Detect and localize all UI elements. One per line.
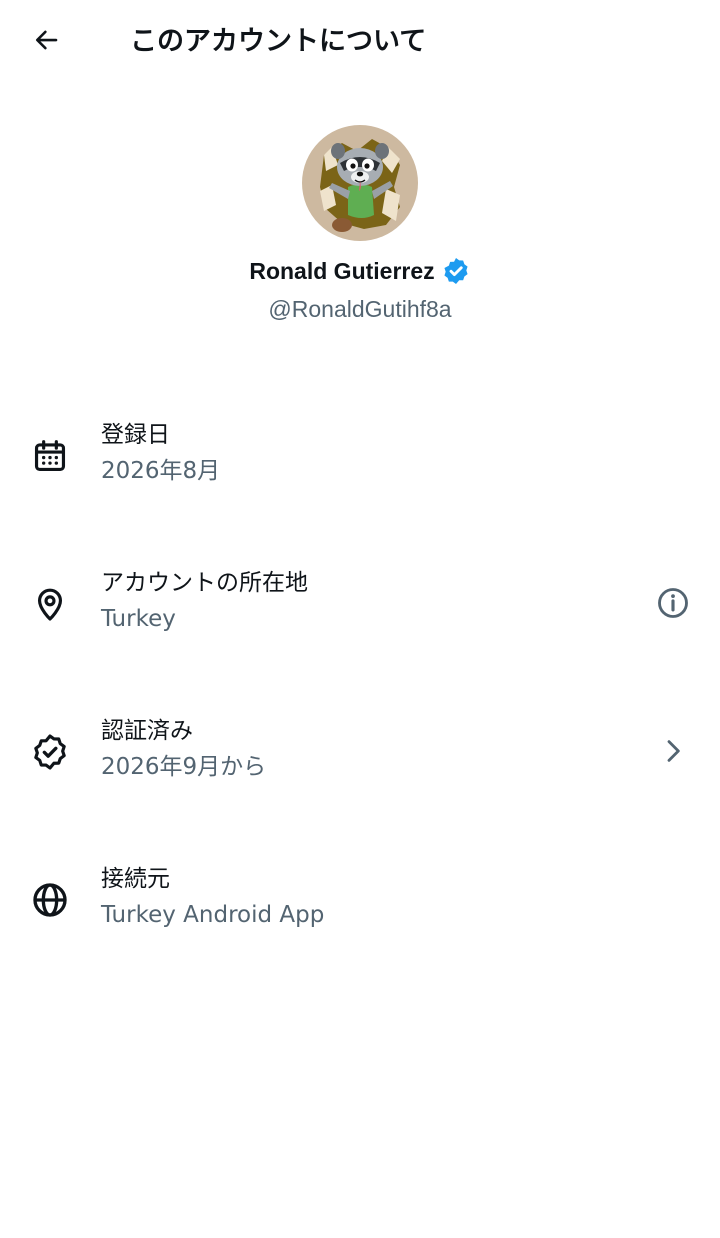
- connected-via-label: 接続元: [101, 866, 170, 892]
- joined-label: 登録日: [101, 422, 170, 448]
- display-name: Ronald Gutierrez: [249, 258, 435, 284]
- back-button[interactable]: [22, 20, 70, 64]
- avatar[interactable]: [302, 125, 418, 241]
- location-label: アカウントの所在地: [101, 570, 308, 596]
- detail-row-joined: 登録日 2026年8月: [0, 412, 720, 502]
- verified-badge-icon: [441, 256, 471, 286]
- calendar-icon: [28, 434, 72, 478]
- detail-row-connected-via: 接続元 Turkey Android App: [0, 856, 720, 946]
- globe-icon: [28, 878, 72, 922]
- location-value: Turkey: [101, 606, 176, 632]
- detail-row-verified[interactable]: 認証済み 2026年9月から: [0, 708, 720, 798]
- verified-value: 2026年9月から: [101, 754, 267, 780]
- name-row: Ronald Gutierrez: [0, 255, 720, 287]
- location-pin-icon: [28, 582, 72, 626]
- connected-via-value: Turkey Android App: [101, 902, 325, 928]
- arrow-left-icon: [31, 25, 61, 59]
- page-title: このアカウントについて: [130, 26, 427, 57]
- top-app-bar: このアカウントについて: [0, 0, 720, 86]
- user-handle: @RonaldGutihf8a: [268, 296, 452, 322]
- joined-value: 2026年8月: [101, 458, 221, 484]
- verified-check-icon: [28, 730, 72, 774]
- info-icon[interactable]: [652, 582, 694, 624]
- detail-row-location: アカウントの所在地 Turkey: [0, 560, 720, 650]
- verified-label: 認証済み: [101, 718, 193, 744]
- chevron-right-icon: [652, 730, 694, 772]
